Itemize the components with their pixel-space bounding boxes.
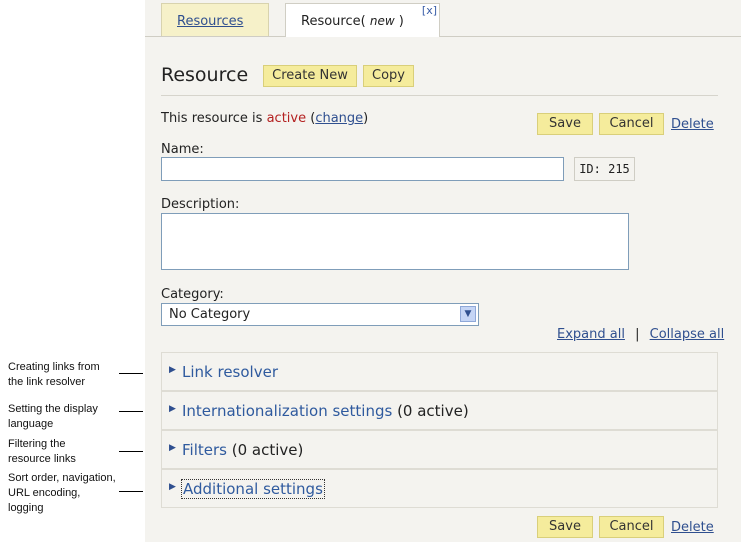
section-active-count: (0 active): [231, 441, 304, 459]
collapse-all-link[interactable]: Collapse all: [650, 327, 725, 342]
category-selected-value: No Category: [169, 307, 251, 322]
separator: |: [635, 327, 640, 342]
annotation-line: the link resolver: [8, 376, 86, 388]
name-label: Name:: [161, 142, 204, 157]
section-internationalization[interactable]: ▶ Internationalization settings (0 activ…: [161, 391, 718, 430]
annotation-line: Sort order, navigation,: [8, 472, 116, 484]
tab-resources[interactable]: Resources: [161, 3, 269, 36]
resource-status: This resource is active (change): [161, 111, 368, 126]
status-prefix: This resource is: [161, 111, 263, 126]
section-title: Additional settings: [181, 479, 325, 499]
page-title: Resource: [161, 64, 249, 86]
tab-resource-new-text: new: [369, 14, 395, 28]
annotation-connector: [119, 411, 143, 412]
status-paren: ): [363, 111, 369, 126]
section-title-text: Filters: [182, 441, 227, 459]
tab-resources-link[interactable]: Resources: [177, 14, 243, 29]
cancel-button[interactable]: Cancel: [599, 113, 664, 135]
expand-collapse-controls: Expand all | Collapse all: [557, 327, 724, 342]
annotation-additional: Sort order, navigation, URL encoding, lo…: [8, 471, 116, 516]
name-field[interactable]: [161, 157, 564, 181]
expand-triangle-icon: ▶: [169, 365, 176, 375]
section-title-text: Link resolver: [182, 363, 278, 381]
annotation-connector: [119, 373, 143, 374]
expand-all-link[interactable]: Expand all: [557, 327, 625, 342]
section-title: Link resolver: [182, 363, 278, 381]
delete-link-bottom[interactable]: Delete: [671, 520, 714, 535]
section-title: Internationalization settings (0 active): [182, 402, 469, 420]
tab-resource-new[interactable]: Resource( new ) [x]: [285, 3, 440, 37]
section-title-text: Additional settings: [183, 480, 323, 498]
annotation-link-resolver: Creating links from the link resolver: [8, 360, 100, 390]
description-field[interactable]: [161, 213, 629, 270]
description-label: Description:: [161, 197, 240, 212]
close-tab-icon[interactable]: [x]: [422, 4, 437, 17]
create-new-button[interactable]: Create New: [263, 65, 357, 87]
save-button[interactable]: Save: [537, 113, 593, 135]
section-active-count: (0 active): [397, 402, 469, 420]
section-link-resolver[interactable]: ▶ Link resolver: [161, 352, 718, 391]
tab-resource-paren: ): [398, 14, 404, 29]
chevron-down-icon[interactable]: ▼: [460, 306, 476, 322]
expand-triangle-icon: ▶: [169, 482, 176, 492]
category-select[interactable]: No Category ▼: [161, 303, 479, 326]
expand-triangle-icon: ▶: [169, 404, 176, 414]
tab-resource-label: Resource( new ): [301, 14, 404, 29]
annotation-internationalization: Setting the display language: [8, 402, 98, 432]
change-status-link[interactable]: change: [315, 111, 363, 126]
annotation-connector: [119, 491, 143, 492]
annotation-line: logging: [8, 502, 44, 514]
copy-button[interactable]: Copy: [363, 65, 414, 87]
cancel-button-bottom[interactable]: Cancel: [599, 516, 664, 538]
section-filters[interactable]: ▶ Filters (0 active): [161, 430, 718, 469]
annotation-line: Filtering the: [8, 438, 66, 450]
annotation-line: URL encoding,: [8, 487, 81, 499]
section-title: Filters (0 active): [182, 441, 303, 459]
header-divider: [161, 95, 718, 96]
status-badge: active: [266, 111, 307, 126]
delete-link[interactable]: Delete: [671, 117, 714, 132]
category-label: Category:: [161, 287, 224, 302]
annotation-connector: [119, 451, 143, 452]
annotation-filters: Filtering the resource links: [8, 437, 76, 467]
save-button-bottom[interactable]: Save: [537, 516, 593, 538]
section-additional-settings[interactable]: ▶ Additional settings: [161, 469, 718, 508]
annotation-line: language: [8, 418, 54, 430]
resource-id: ID: 215: [574, 157, 635, 181]
tab-bar-divider: [145, 36, 741, 37]
annotation-line: resource links: [8, 453, 76, 465]
expand-triangle-icon: ▶: [169, 443, 176, 453]
annotation-line: Setting the display: [8, 403, 98, 415]
annotation-line: Creating links from: [8, 361, 100, 373]
section-title-text: Internationalization settings: [182, 402, 393, 420]
tab-resource-text: Resource(: [301, 14, 366, 29]
